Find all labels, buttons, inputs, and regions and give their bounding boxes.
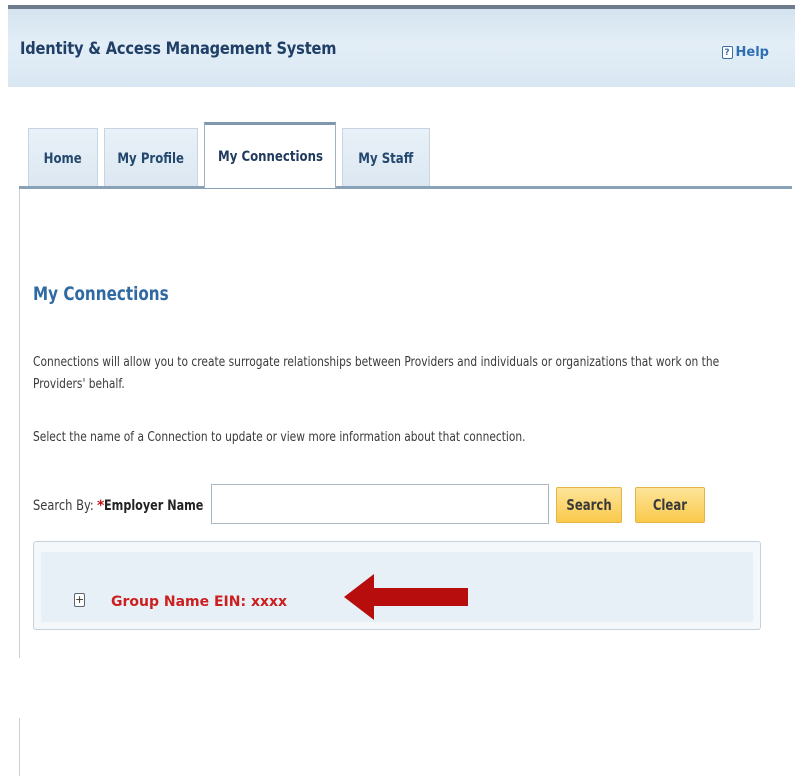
left-arrow-icon [344, 574, 468, 620]
plus-box-icon[interactable]: + [74, 593, 85, 607]
page-title: My Connections [33, 283, 169, 305]
tab-my-profile[interactable]: My Profile [104, 128, 198, 188]
help-label[interactable]: Help [736, 45, 769, 60]
tab-my-staff[interactable]: My Staff [342, 128, 430, 188]
app-header: Identity & Access Management System ? He… [8, 9, 795, 87]
tab-underline [19, 186, 792, 189]
search-button[interactable]: Search [556, 487, 622, 523]
tab-my-staff-label: My Staff [358, 150, 414, 167]
clear-button-label: Clear [652, 496, 688, 514]
group-name-link[interactable]: Group Name EIN: xxxx [111, 594, 287, 610]
search-by-label: Search By: [33, 498, 94, 514]
app-title: Identity & Access Management System [20, 39, 337, 59]
help-link[interactable]: ? Help [721, 45, 769, 60]
tab-home[interactable]: Home [28, 128, 98, 188]
search-button-label: Search [566, 496, 612, 514]
content-border-left-lower [19, 718, 20, 776]
search-row: Search By: * Employer Name [33, 487, 204, 525]
help-icon: ? [721, 46, 733, 59]
tab-bar: Home My Profile My Connections My Staff [28, 122, 436, 188]
content-border-left [19, 188, 20, 658]
left-arrow-shape [344, 574, 468, 620]
tab-home-label: Home [43, 150, 83, 167]
tab-my-profile-label: My Profile [117, 150, 185, 167]
tab-my-connections-label: My Connections [217, 148, 323, 165]
employer-name-label: Employer Name [104, 498, 204, 514]
employer-name-input[interactable] [211, 484, 549, 524]
tab-my-connections[interactable]: My Connections [204, 122, 336, 188]
connections-instruction: Select the name of a Connection to updat… [33, 430, 526, 445]
connections-description: Connections will allow you to create sur… [33, 355, 720, 392]
clear-button[interactable]: Clear [635, 487, 705, 523]
